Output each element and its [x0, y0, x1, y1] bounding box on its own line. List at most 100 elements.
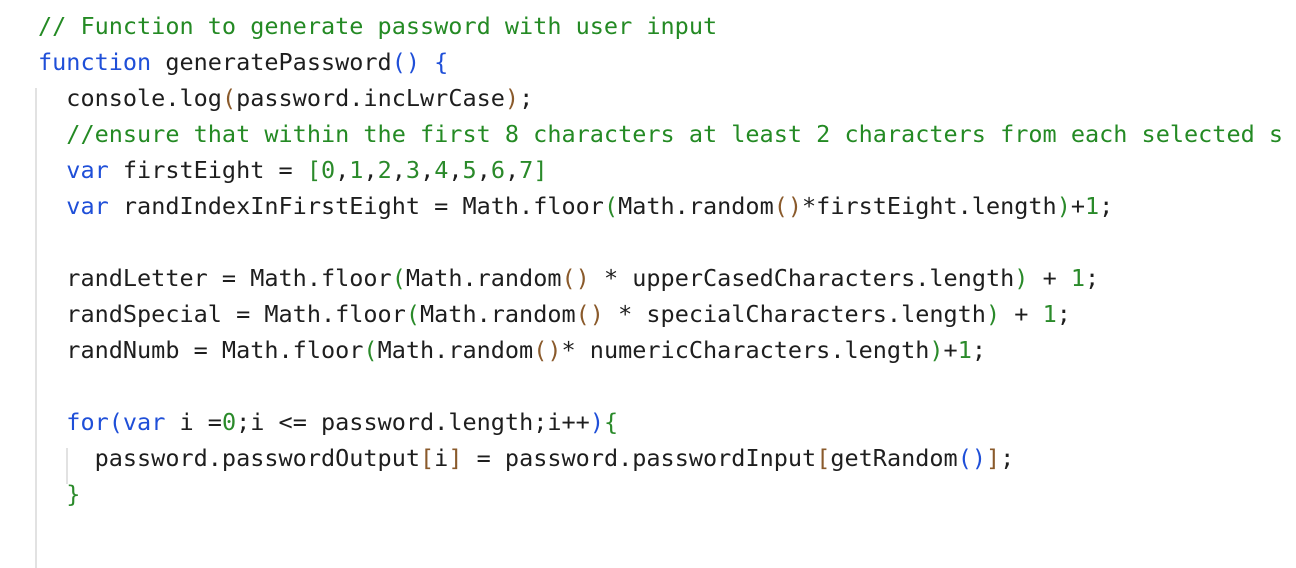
- code-line[interactable]: //ensure that within the first 8 charact…: [38, 116, 1283, 152]
- code-token-text: Math.random: [420, 300, 576, 328]
- code-token-number: {: [603, 408, 619, 436]
- code-token-number: 1: [349, 156, 364, 184]
- code-token-text: ;: [1000, 444, 1015, 472]
- code-line[interactable]: for(var i =0;i <= password.length;i++){: [38, 404, 1283, 440]
- code-line[interactable]: function generatePassword() {: [38, 44, 1283, 80]
- code-token-number: 2: [377, 156, 392, 184]
- code-token-text: ,: [335, 156, 350, 184]
- code-token-keyword: var: [122, 408, 166, 436]
- code-token-bracket_inner: (): [773, 192, 803, 220]
- code-token-text: Math.random: [377, 336, 534, 364]
- code-line[interactable]: randLetter = Math.floor(Math.random() * …: [38, 260, 1283, 296]
- code-token-text: randIndexInFirstEight = Math.floor: [108, 192, 604, 220]
- code-token-text: i: [434, 444, 449, 472]
- code-token-text: generatePassword: [151, 48, 392, 76]
- code-token-text: console.log: [38, 84, 222, 112]
- code-token-text: * specialCharacters.length: [603, 300, 986, 328]
- code-token-number: [: [306, 156, 321, 184]
- code-token-number: ]: [533, 156, 548, 184]
- code-token-bracket_inner: (): [561, 264, 590, 292]
- code-editor[interactable]: // Function to generate password with us…: [0, 0, 1296, 568]
- code-token-number: 1: [1070, 264, 1086, 292]
- code-token-text: ;: [519, 84, 534, 112]
- code-token-number: 4: [434, 156, 449, 184]
- code-token-text: ;i <= password.length;i++: [236, 408, 590, 436]
- code-token-text: ,: [448, 156, 463, 184]
- code-line[interactable]: randNumb = Math.floor(Math.random()* num…: [38, 332, 1283, 368]
- code-token-number: 1: [1085, 192, 1100, 220]
- code-token-keyword: var: [66, 192, 109, 220]
- code-token-text: randNumb = Math.floor: [38, 336, 364, 364]
- code-token-text: Math.random: [618, 192, 774, 220]
- code-token-keyword: for: [66, 408, 109, 436]
- code-token-text: +: [1000, 300, 1043, 328]
- code-token-bracket_inner: ): [504, 84, 520, 112]
- indent-guide: [35, 88, 37, 568]
- code-token-keyword: {: [420, 48, 449, 76]
- code-token-keyword: (): [957, 444, 986, 472]
- code-token-number: }: [66, 480, 81, 508]
- code-line[interactable]: password.passwordOutput[i] = password.pa…: [38, 440, 1283, 476]
- code-token-bracket_inner: [: [816, 444, 831, 472]
- code-token-text: randLetter = Math.floor: [38, 264, 392, 292]
- code-line[interactable]: [38, 368, 1283, 404]
- code-token-text: i =: [165, 408, 222, 436]
- code-token-text: ;: [1056, 300, 1071, 328]
- code-token-keyword: var: [66, 156, 109, 184]
- code-token-text: ;: [971, 336, 986, 364]
- code-token-number: 5: [462, 156, 477, 184]
- code-token-number: ): [985, 300, 1001, 328]
- code-token-text: password.passwordOutput: [38, 444, 421, 472]
- code-token-number: (: [405, 300, 421, 328]
- code-token-text: ,: [363, 156, 378, 184]
- code-token-number: 7: [519, 156, 534, 184]
- code-token-text: ;: [1099, 192, 1114, 220]
- code-token-text: * upperCasedCharacters.length: [589, 264, 1015, 292]
- code-line[interactable]: randSpecial = Math.floor(Math.random() *…: [38, 296, 1283, 332]
- code-token-text: ,: [420, 156, 435, 184]
- code-token-keyword: (): [391, 48, 421, 76]
- code-line[interactable]: }: [38, 476, 1283, 512]
- code-token-text: ;: [1085, 264, 1100, 292]
- code-token-number: (: [603, 192, 619, 220]
- code-token-text: *firstEight.length: [802, 192, 1057, 220]
- code-token-number: 0: [320, 156, 336, 184]
- code-token-text: randSpecial = Math.floor: [38, 300, 406, 328]
- code-line[interactable]: var firstEight = [0,1,2,3,4,5,6,7]: [38, 152, 1283, 188]
- code-token-comment: // Function to generate password with us…: [38, 12, 718, 40]
- code-token-text: * numericCharacters.length: [561, 336, 930, 364]
- code-line[interactable]: // Function to generate password with us…: [38, 8, 1283, 44]
- code-token-comment: //ensure that within the first 8 charact…: [38, 120, 1284, 148]
- code-token-text: firstEight =: [108, 156, 307, 184]
- code-token-bracket_inner: ]: [448, 444, 463, 472]
- code-line[interactable]: [38, 224, 1283, 260]
- code-token-text: +: [943, 336, 958, 364]
- code-token-text: ,: [391, 156, 406, 184]
- code-token-keyword: function: [38, 48, 152, 76]
- code-token-number: 6: [490, 156, 506, 184]
- code-token-bracket_inner: [: [420, 444, 435, 472]
- code-token-text: getRandom: [830, 444, 958, 472]
- code-token-text: ,: [505, 156, 520, 184]
- code-token-number: ): [1014, 264, 1029, 292]
- code-token-text: +: [1070, 192, 1086, 220]
- code-content[interactable]: // Function to generate password with us…: [38, 8, 1283, 512]
- code-token-number: (: [391, 264, 406, 292]
- code-token-bracket_inner: (): [533, 336, 562, 364]
- code-token-bracket_inner: (: [221, 84, 237, 112]
- code-token-text: Math.random: [405, 264, 562, 292]
- code-token-keyword: (: [108, 408, 123, 436]
- code-token-text: +: [1028, 264, 1071, 292]
- code-token-number: ): [929, 336, 944, 364]
- code-token-number: 1: [957, 336, 972, 364]
- code-token-text: = password.passwordInput: [462, 444, 817, 472]
- code-token-number: 0: [221, 408, 237, 436]
- code-token-number: (: [363, 336, 378, 364]
- code-token-bracket_inner: ]: [986, 444, 1001, 472]
- code-line[interactable]: console.log(password.incLwrCase);: [38, 80, 1283, 116]
- code-token-number: 3: [405, 156, 421, 184]
- code-line[interactable]: var randIndexInFirstEight = Math.floor(M…: [38, 188, 1283, 224]
